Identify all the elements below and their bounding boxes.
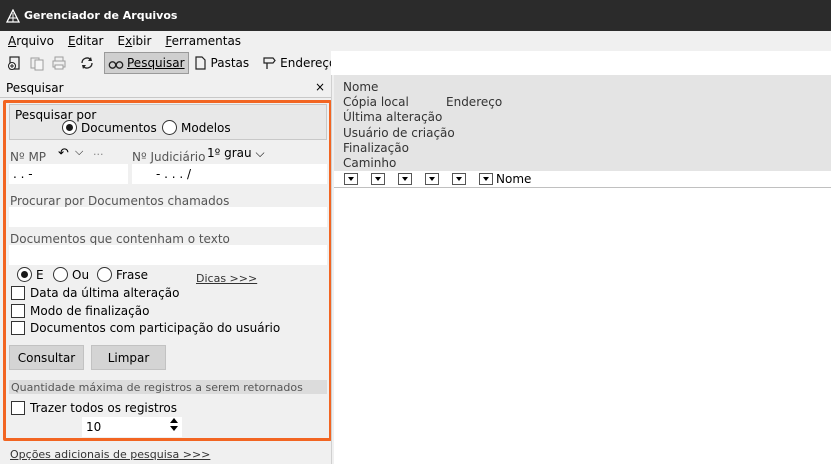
- radio-or-dot: [53, 267, 68, 282]
- search-docs-named-label: Procurar por Documentos chamados: [10, 194, 230, 208]
- radio-or[interactable]: Ou: [53, 267, 89, 282]
- search-by-group: Pesquisar por Documentos Modelos: [9, 104, 327, 140]
- address-toggle-button[interactable]: Endereço: [258, 52, 339, 74]
- binoculars-icon: [108, 61, 124, 69]
- column-filter-dropdown-icon[interactable]: [452, 173, 466, 185]
- column-filter-dropdown-icon[interactable]: [371, 173, 385, 185]
- check-finalization-mode[interactable]: Modo de finalização: [11, 304, 149, 318]
- toolbar: Pesquisar Pastas Endereço: [0, 51, 336, 75]
- radio-and[interactable]: E: [17, 267, 44, 282]
- mp-more-icon[interactable]: ···: [93, 148, 104, 161]
- max-records-value: 10: [86, 420, 102, 434]
- radio-documentos[interactable]: Documentos: [62, 120, 157, 135]
- close-icon[interactable]: ×: [315, 80, 325, 94]
- check-user-participation-label: Documentos com participação do usuário: [30, 321, 281, 335]
- grade-select[interactable]: 1º grau ⌵: [207, 146, 265, 161]
- detail-label-finalization: Finalização: [343, 141, 409, 155]
- menu-ferramentas[interactable]: Ferramentas: [165, 34, 241, 48]
- column-filter-dropdown-icon[interactable]: [344, 173, 358, 185]
- folders-toggle-label: Pastas: [210, 56, 250, 70]
- judicial-label: Nº Judiciário: [132, 150, 206, 164]
- check-finalization-mode-label: Modo de finalização: [30, 304, 150, 318]
- search-text-label: Documentos que contenham o texto: [10, 232, 230, 246]
- mp-chevron-down-icon[interactable]: ⌵: [75, 145, 83, 159]
- details-pane: Nome Cópia local Endereço Última alteraç…: [334, 75, 831, 171]
- signpost-icon: [263, 57, 276, 69]
- max-records-spinner[interactable]: 10: [82, 417, 182, 437]
- check-finalization-mode-box: [11, 304, 25, 318]
- more-options-link[interactable]: Opções adicionais de pesquisa >>>: [10, 448, 210, 461]
- column-header-bar: Nome: [334, 171, 831, 188]
- menu-bar: Arquivo Editar Exibir Ferramentas: [0, 31, 831, 51]
- radio-phrase-label: Frase: [116, 267, 148, 282]
- search-panel-header: Pesquisar ×: [0, 78, 331, 98]
- radio-documentos-label: Documentos: [81, 120, 157, 135]
- new-document-icon: [7, 56, 20, 71]
- column-filter-dropdown-icon[interactable]: [479, 173, 493, 185]
- column-header-name[interactable]: Nome: [496, 172, 531, 186]
- detail-label-local-copy: Cópia local: [343, 95, 409, 109]
- copy-icon: [30, 57, 44, 71]
- radio-phrase-dot: [97, 267, 112, 282]
- folder-document-icon: [194, 56, 206, 70]
- menu-arquivo[interactable]: Arquivo: [8, 34, 54, 48]
- menu-editar[interactable]: Editar: [68, 34, 104, 48]
- copy-button[interactable]: [26, 52, 48, 74]
- spinner-down-icon[interactable]: [170, 426, 178, 431]
- search-button[interactable]: Consultar: [9, 345, 84, 370]
- check-user-participation[interactable]: Documentos com participação do usuário: [11, 321, 280, 335]
- detail-label-path: Caminho: [343, 156, 397, 170]
- search-toggle-label: Pesquisar: [127, 56, 185, 70]
- results-list[interactable]: [334, 188, 831, 464]
- tips-link[interactable]: Dicas >>>: [196, 272, 257, 285]
- detail-label-creator: Usuário de criação: [343, 126, 455, 140]
- title-bar: Gerenciador de Arquivos: [0, 0, 831, 31]
- print-icon: [52, 56, 66, 70]
- clear-button[interactable]: Limpar: [91, 345, 166, 370]
- detail-label-last-modified: Última alteração: [343, 110, 443, 124]
- check-last-modified-label: Data da última alteração: [30, 286, 180, 300]
- max-records-section: Quantidade máxima de registros a serem r…: [9, 380, 327, 394]
- radio-and-label: E: [36, 267, 44, 282]
- search-panel-title: Pesquisar: [6, 80, 64, 95]
- search-text-input[interactable]: [9, 245, 327, 265]
- search-toggle-button[interactable]: Pesquisar: [104, 52, 189, 74]
- print-button[interactable]: [48, 52, 70, 74]
- radio-modelos-label: Modelos: [181, 120, 231, 135]
- spinner-up-icon[interactable]: [170, 418, 178, 423]
- menu-exibir[interactable]: Exibir: [118, 34, 152, 48]
- check-all-records-label: Trazer todos os registros: [30, 401, 177, 415]
- undo-arrow-icon[interactable]: ↶: [58, 146, 69, 161]
- search-docs-named-input[interactable]: [9, 207, 327, 227]
- judicial-number-field[interactable]: - . . . /: [132, 164, 327, 184]
- column-filter-dropdown-icon[interactable]: [425, 173, 439, 185]
- check-last-modified[interactable]: Data da última alteração: [11, 286, 179, 300]
- new-button[interactable]: [4, 52, 26, 74]
- column-filter-dropdown-icon[interactable]: [398, 173, 412, 185]
- check-last-modified-box: [11, 286, 25, 300]
- radio-and-dot: [17, 267, 32, 282]
- app-logo-icon: [6, 8, 20, 23]
- check-all-records[interactable]: Trazer todos os registros: [11, 401, 177, 415]
- detail-label-name: Nome: [343, 80, 379, 94]
- refresh-icon: [81, 57, 93, 69]
- radio-modelos-dot: [162, 120, 177, 135]
- mp-number-field[interactable]: . . -: [9, 164, 128, 184]
- check-user-participation-box: [11, 321, 25, 335]
- check-all-records-box: [11, 401, 25, 415]
- mp-label: Nº MP: [10, 150, 47, 164]
- address-strip: [331, 51, 831, 75]
- window-title: Gerenciador de Arquivos: [24, 9, 178, 22]
- radio-documentos-dot: [62, 120, 77, 135]
- refresh-button[interactable]: [76, 52, 98, 74]
- radio-modelos[interactable]: Modelos: [162, 120, 231, 135]
- address-toggle-label: Endereço: [280, 56, 337, 70]
- detail-label-address: Endereço: [446, 95, 503, 109]
- folders-toggle-button[interactable]: Pastas: [189, 52, 253, 74]
- radio-or-label: Ou: [72, 267, 90, 282]
- radio-phrase[interactable]: Frase: [97, 267, 148, 282]
